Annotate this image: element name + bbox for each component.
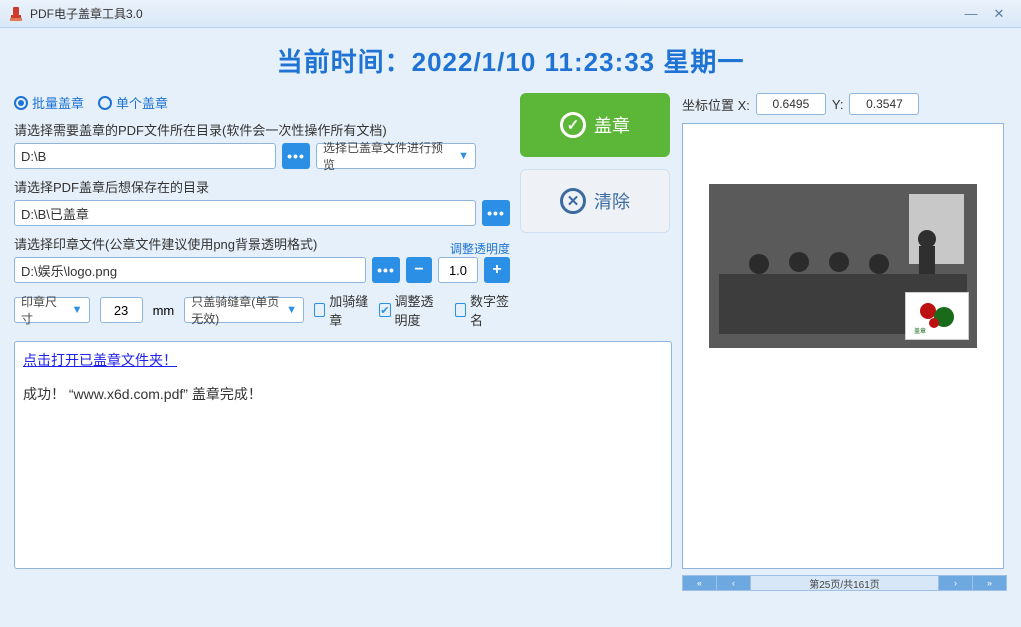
titlebar: PDF电子盖章工具3.0 — ✕ (0, 0, 1021, 28)
checkbox-sign[interactable]: 数字签名 (455, 291, 510, 329)
chevron-down-icon: ▼ (286, 304, 297, 316)
dst-dir-browse-button[interactable]: ••• (482, 200, 510, 226)
stamp-overlay: 盖章 (905, 292, 969, 340)
checkbox-sign-label: 数字签名 (470, 291, 510, 329)
qifeng-select[interactable]: 只盖骑缝章(单页无效)▼ (184, 297, 304, 323)
clear-button[interactable]: ✕ 清除 (520, 169, 670, 233)
pager-last-button[interactable]: » (972, 576, 1006, 590)
current-time-banner: 当前时间：2022/1/10 11:23:33 星期一 (14, 42, 1007, 79)
pager-status: 第25页/共161页 (751, 576, 938, 591)
stamp-size-select-label: 印章尺寸 (21, 293, 66, 327)
mode-radio-group: 批量盖章 单个盖章 (14, 93, 510, 112)
src-dir-input[interactable]: D:\B (14, 143, 276, 169)
checkbox-off-icon (314, 303, 325, 317)
radio-batch[interactable]: 批量盖章 (14, 93, 84, 112)
radio-batch-label: 批量盖章 (32, 93, 84, 112)
chevron-down-icon: ▼ (72, 304, 83, 316)
dst-dir-input[interactable]: D:\B\已盖章 (14, 200, 476, 226)
stamp-file-label: 请选择印章文件(公章文件建议使用png背景透明格式) (14, 234, 317, 253)
stamp-size-select[interactable]: 印章尺寸▼ (14, 297, 90, 323)
stamp-button-label: 盖章 (594, 112, 630, 138)
dst-dir-label: 请选择PDF盖章后想保存在的目录 (14, 177, 510, 196)
radio-off-icon (98, 96, 112, 110)
checkbox-opacity[interactable]: 调整透明度 (379, 291, 445, 329)
close-button[interactable]: ✕ (985, 6, 1013, 22)
x-circle-icon: ✕ (560, 188, 586, 214)
coord-y-value[interactable]: 0.3547 (849, 93, 919, 115)
stamp-button[interactable]: ✓ 盖章 (520, 93, 670, 157)
app-logo-icon (8, 6, 24, 22)
preview-select[interactable]: 选择已盖章文件进行预览▼ (316, 143, 476, 169)
check-circle-icon: ✓ (560, 112, 586, 138)
radio-single[interactable]: 单个盖章 (98, 93, 168, 112)
checkbox-opacity-label: 调整透明度 (395, 291, 445, 329)
preview-select-label: 选择已盖章文件进行预览 (323, 139, 452, 173)
log-output: 点击打开已盖章文件夹！ 成功！ “www.x6d.com.pdf” 盖章完成！ (14, 341, 672, 569)
clear-button-label: 清除 (594, 188, 630, 214)
opacity-minus-button[interactable]: − (406, 257, 432, 283)
minimize-button[interactable]: — (957, 6, 985, 21)
svg-text:盖章: 盖章 (914, 327, 926, 335)
checkbox-off-icon (455, 303, 466, 317)
qifeng-select-label: 只盖骑缝章(单页无效) (191, 293, 280, 327)
chevron-down-icon: ▼ (458, 150, 469, 162)
mm-label: mm (153, 303, 175, 318)
src-dir-browse-button[interactable]: ••• (282, 143, 310, 169)
coord-x-label: 坐标位置 X: (682, 95, 750, 114)
open-folder-link[interactable]: 点击打开已盖章文件夹！ (23, 350, 177, 370)
pager-prev-button[interactable]: ‹ (717, 576, 751, 590)
stamp-file-browse-button[interactable]: ••• (372, 257, 400, 283)
radio-on-icon (14, 96, 28, 110)
adjust-opacity-link[interactable]: 调整透明度 (450, 240, 510, 257)
stamp-size-value[interactable]: 23 (100, 297, 143, 323)
window-title: PDF电子盖章工具3.0 (30, 5, 143, 22)
pager-first-button[interactable]: « (683, 576, 717, 590)
stamp-file-input[interactable]: D:\娱乐\logo.png (14, 257, 366, 283)
checkbox-qifeng[interactable]: 加骑缝章 (314, 291, 369, 329)
checkbox-qifeng-label: 加骑缝章 (329, 291, 369, 329)
opacity-value[interactable]: 1.0 (438, 257, 478, 283)
src-dir-label: 请选择需要盖章的PDF文件所在目录(软件会一次性操作所有文档) (14, 120, 510, 139)
stamp-logo-icon: 盖章 (910, 297, 964, 335)
pdf-preview[interactable]: 盖章 (682, 123, 1004, 569)
radio-single-label: 单个盖章 (116, 93, 168, 112)
coord-x-value[interactable]: 0.6495 (756, 93, 826, 115)
coord-y-label: Y: (832, 97, 844, 112)
document-thumbnail: 盖章 (709, 184, 977, 348)
log-line: 成功！ “www.x6d.com.pdf” 盖章完成！ (23, 384, 663, 404)
coord-display: 坐标位置 X: 0.6495 Y: 0.3547 (682, 93, 1007, 115)
preview-pager: « ‹ 第25页/共161页 › » (682, 575, 1007, 591)
opacity-plus-button[interactable]: + (484, 257, 510, 283)
checkbox-on-icon (379, 303, 390, 317)
pager-next-button[interactable]: › (938, 576, 972, 590)
